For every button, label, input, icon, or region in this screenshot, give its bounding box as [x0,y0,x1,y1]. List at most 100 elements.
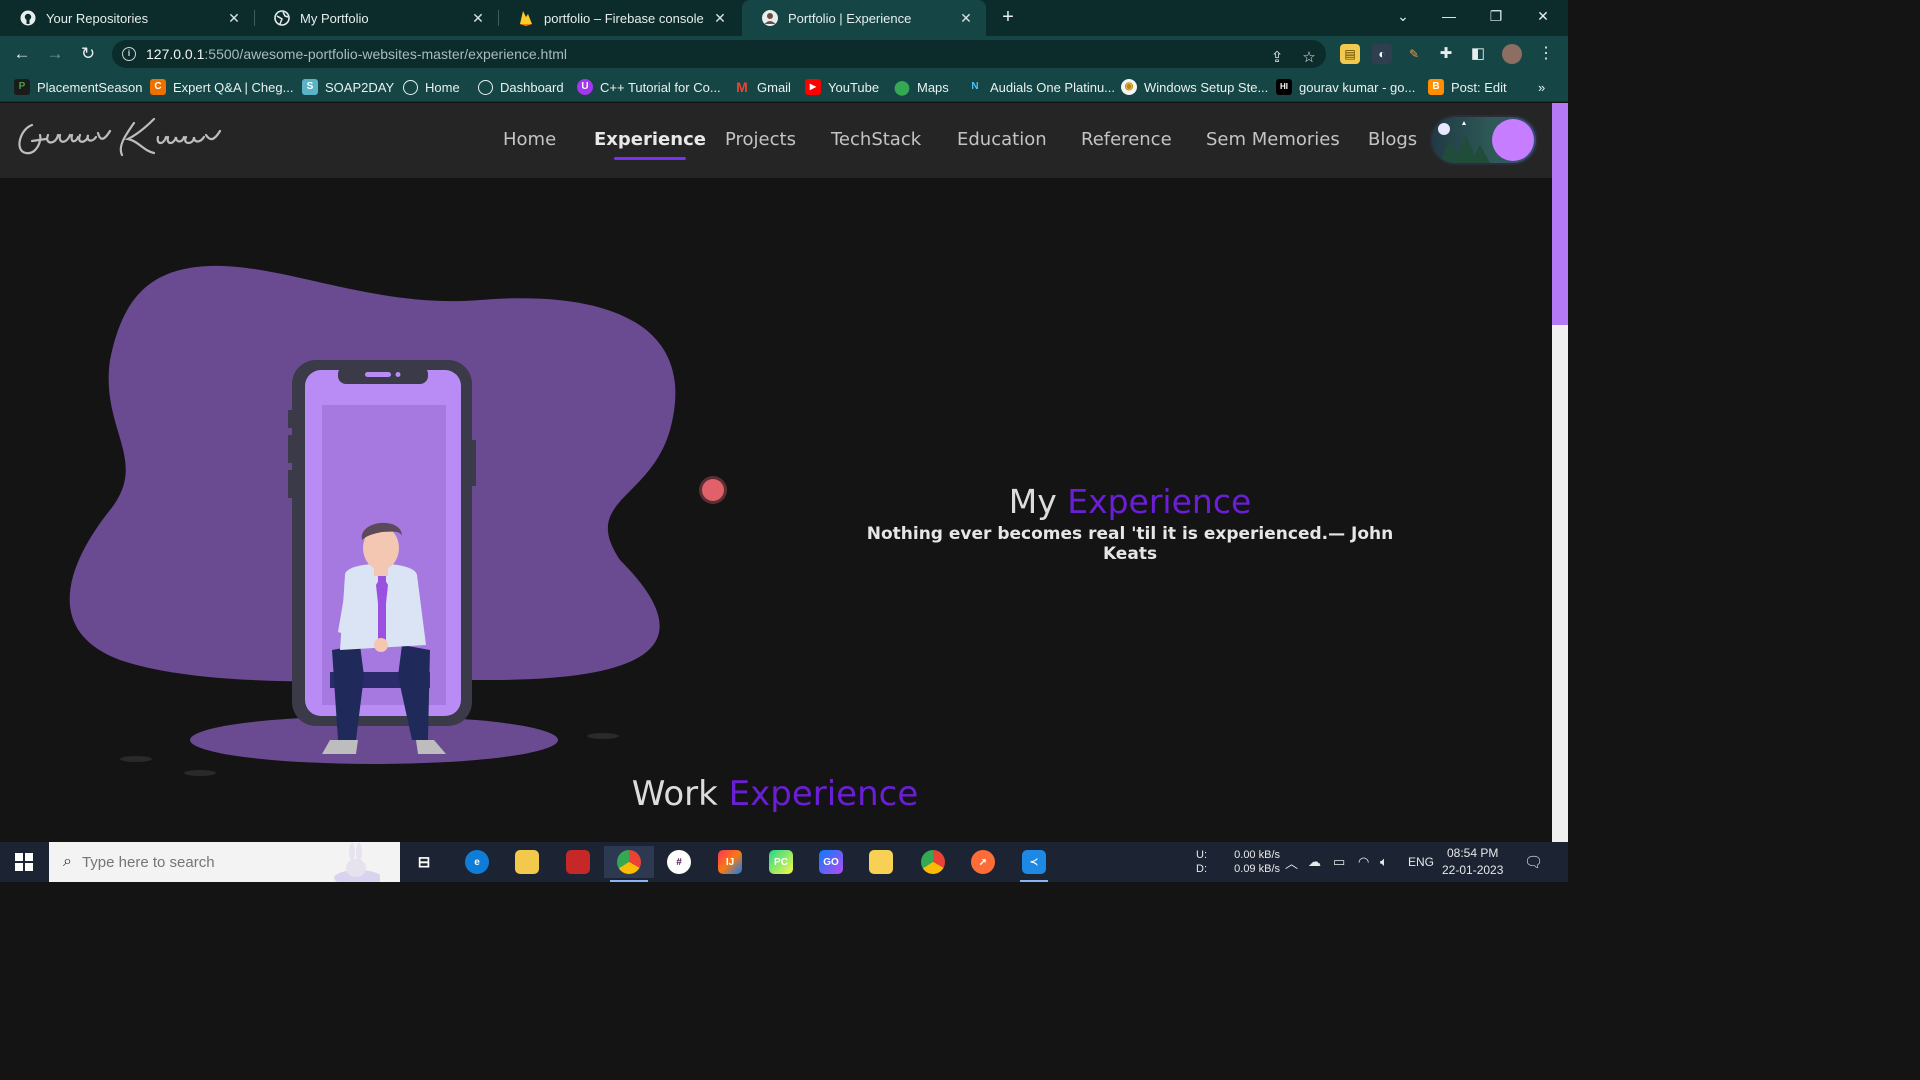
nav-experience[interactable]: Experience [594,129,706,160]
taskbar-chrome-profile[interactable] [913,846,953,878]
close-icon[interactable]: ✕ [712,10,728,27]
bookmark-item[interactable]: Home [403,77,460,97]
tab-title: Portfolio | Experience [788,10,912,26]
close-icon[interactable]: ✕ [470,10,486,27]
close-icon[interactable]: ✕ [958,10,974,27]
search-icon: ⌕ [63,853,72,870]
intellij-icon: IJ [718,850,742,874]
blogger-icon: B [1428,79,1444,95]
site-navbar: Home Experience Projects TechStack Educa… [0,103,1552,178]
nav-sem-memories[interactable]: Sem Memories [1206,129,1340,150]
signature-logo[interactable] [14,111,224,167]
nav-techstack[interactable]: TechStack [831,129,921,150]
chegg-icon: C [150,79,166,95]
s-icon: S [302,79,318,95]
hero-quote: Nothing ever becomes real 'til it is exp… [866,524,1394,564]
night-scene-icon [1438,121,1490,163]
tray-chevron-icon[interactable]: ︿ [1285,842,1298,882]
tab-portfolio-experience[interactable]: Portfolio | Experience ✕ [742,0,986,36]
tab-your-repositories[interactable]: Your Repositories ✕ [0,0,254,36]
net-speed-values: 0.00 kB/s 0.09 kB/s [1234,842,1280,882]
bookmark-item[interactable]: P PlacementSeason [14,77,143,97]
bookmark-item[interactable]: M Gmail [734,77,791,97]
volume-icon[interactable]: 🔈︎ [1380,842,1388,882]
close-window-button[interactable]: ✕ [1520,0,1566,32]
slack-icon: # [667,850,691,874]
bookmark-item[interactable]: U C++ Tutorial for Co... [577,77,721,97]
p-icon: P [14,79,30,95]
taskbar-chrome[interactable] [604,846,654,882]
profile-avatar[interactable] [1502,44,1522,64]
bookmark-item[interactable]: B Post: Edit [1428,77,1507,97]
section-title-white: Work [631,774,718,814]
taskbar-vscode[interactable]: ≺ [1014,846,1054,882]
taskbar-file-explorer[interactable] [507,846,547,878]
folder-icon [515,850,539,874]
extension-globe-icon[interactable]: ◐ [1372,44,1392,64]
section-title-accent: Experience [728,774,919,814]
page-scrollbar-thumb[interactable] [1552,103,1568,325]
bunny-search-highlight-icon [334,843,380,882]
taskbar-search[interactable]: ⌕ [49,842,400,882]
taskbar-pycharm[interactable]: PC [761,846,801,878]
taskbar-edge[interactable]: e [457,846,497,878]
globe-icon [403,79,418,95]
battery-icon[interactable]: ▭ [1333,842,1345,882]
bookmark-item[interactable]: S SOAP2DAY [302,77,394,97]
restore-button[interactable]: ❐ [1473,0,1519,32]
github-icon [20,10,36,26]
forward-button[interactable]: → [43,42,67,66]
bookmark-item[interactable]: Dashboard [478,77,564,97]
nav-home[interactable]: Home [503,129,556,150]
wifi-icon[interactable]: ◠ [1358,842,1369,882]
taskbar-intellij[interactable]: IJ [710,846,750,878]
clock-date: 22-01-2023 [1442,863,1504,877]
avatar-icon [762,10,778,26]
start-button[interactable] [0,842,48,882]
extension-pen-icon[interactable]: ✎ [1404,44,1424,64]
taskbar-sticky-notes[interactable] [861,846,901,878]
taskbar-postman[interactable]: ➚ [963,846,1003,878]
tab-my-portfolio[interactable]: My Portfolio ✕ [254,0,498,36]
clock[interactable]: 08:54 PM 22-01-2023 [1442,842,1503,882]
bookmark-item[interactable]: ▶ YouTube [805,77,879,97]
bookmark-item[interactable]: HI gourav kumar - go... [1276,77,1415,97]
task-view-icon[interactable]: ⊟ [404,846,444,878]
bookmark-item[interactable]: N Audials One Platinu... [967,77,1115,97]
onedrive-icon[interactable]: ☁ [1308,842,1321,882]
bookmark-star-icon[interactable]: ☆ [1298,46,1320,70]
taskbar-slack[interactable]: # [659,846,699,878]
side-panel-icon[interactable]: ◧ [1468,44,1488,64]
toggle-knob [1492,119,1534,161]
share-icon[interactable]: ⇪ [1266,46,1288,70]
theme-toggle[interactable] [1432,117,1536,163]
bookmark-item[interactable]: ◉ Windows Setup Ste... [1121,77,1268,97]
nav-reference[interactable]: Reference [1081,129,1172,150]
extension-notes-icon[interactable]: ▤ [1340,44,1360,64]
taskbar-goland[interactable]: GO [811,846,851,878]
bookmark-item[interactable]: C Expert Q&A | Cheg... [150,77,293,97]
search-input[interactable] [81,853,302,871]
menu-kebab-icon[interactable]: ⋮ [1536,44,1556,64]
new-tab-button[interactable]: + [996,6,1020,30]
tab-search-button[interactable]: ⌄ [1380,0,1426,32]
extensions-puzzle-icon[interactable]: ✚ [1436,44,1456,64]
nav-education[interactable]: Education [957,129,1047,150]
site-info-icon[interactable]: i [122,47,136,61]
close-icon[interactable]: ✕ [226,10,242,27]
language-indicator[interactable]: ENG [1408,842,1434,882]
tab-title: Your Repositories [46,10,149,26]
minimize-button[interactable]: — [1426,0,1472,32]
work-experience-heading: Work Experience [560,774,990,814]
address-bar[interactable]: i 127.0.0.1:5500/awesome-portfolio-websi… [112,40,1326,68]
bookmarks-overflow-button[interactable]: » [1538,77,1545,97]
taskbar-red-app[interactable] [558,846,598,878]
bookmark-item[interactable]: ⬤ Maps [894,77,949,97]
back-button[interactable]: ← [10,42,34,66]
net-speed-labels: U: D: [1196,849,1207,875]
tab-firebase-console[interactable]: portfolio – Firebase console ✕ [498,0,740,36]
reload-button[interactable]: ↻ [76,42,100,66]
nav-projects[interactable]: Projects [725,129,796,150]
notification-icon[interactable]: 🗨︎ [1524,842,1543,882]
nav-blogs[interactable]: Blogs [1368,129,1417,150]
